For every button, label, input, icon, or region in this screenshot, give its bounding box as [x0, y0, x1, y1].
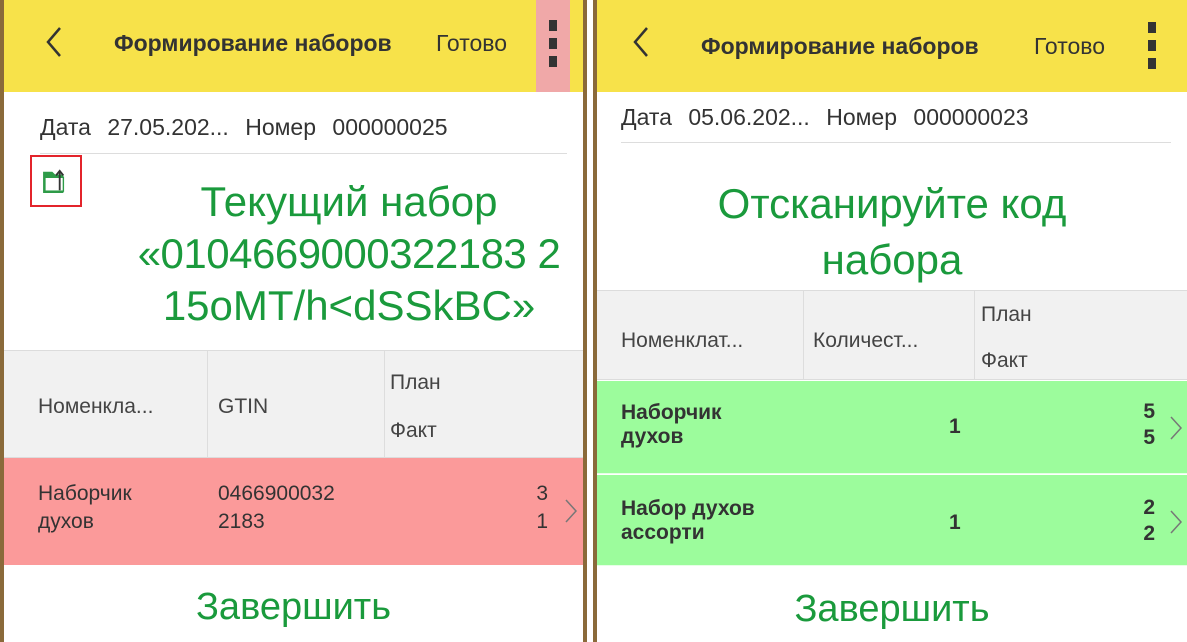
page-title: Формирование наборов	[701, 33, 979, 59]
number-label: Номер	[245, 114, 317, 140]
column-name[interactable]: Номенкла...	[38, 395, 153, 419]
row-plan-fact: 5 5	[1137, 399, 1155, 451]
app-header: Формирование наборов Готово	[4, 0, 583, 92]
date-value[interactable]: 05.06.202...	[688, 104, 810, 130]
table-header: Номенклат... Количест... План Факт	[597, 290, 1187, 380]
more-vert-icon[interactable]	[1135, 0, 1169, 92]
column-quantity[interactable]: Количест...	[813, 329, 918, 353]
chevron-right-icon[interactable]	[564, 498, 578, 524]
row-fact: 1	[536, 510, 548, 533]
row-gtin-line1: 0466900032	[218, 482, 335, 505]
table-row[interactable]: Наборчик духов 1 5 5	[597, 381, 1187, 474]
column-gtin[interactable]: GTIN	[218, 395, 268, 419]
row-fact: 5	[1143, 426, 1155, 449]
table-row[interactable]: Наборчик духов 0466900032 2183 3 1	[4, 458, 583, 565]
finish-button[interactable]: Завершить	[597, 588, 1187, 631]
more-vert-icon[interactable]	[536, 0, 570, 92]
column-plan[interactable]: План	[390, 371, 441, 395]
current-set-title: Текущий набор «0104669000322183 2 15oMT/…	[114, 176, 583, 332]
current-set-line-1: Текущий набор	[200, 178, 498, 225]
page-title: Формирование наборов	[114, 30, 392, 56]
row-name-line1: Наборчик	[38, 482, 132, 505]
row-name-line2: ассорти	[621, 521, 705, 544]
row-plan: 3	[536, 482, 548, 505]
row-name-line2: духов	[38, 510, 94, 533]
number-value[interactable]: 000000025	[332, 114, 447, 140]
chevron-right-icon[interactable]	[1169, 509, 1183, 535]
document-info: Дата 05.06.202... Номер 000000023	[621, 94, 1039, 140]
row-name: Наборчик духов	[621, 401, 722, 449]
column-fact[interactable]: Факт	[390, 419, 437, 443]
back-arrow-icon[interactable]	[627, 22, 655, 62]
number-value[interactable]: 000000023	[913, 104, 1028, 130]
left-screen: Формирование наборов Готово Дата 27.05.2…	[0, 0, 587, 642]
table-row[interactable]: Набор духов ассорти 1 2 2	[597, 475, 1187, 566]
app-header: Формирование наборов Готово	[597, 0, 1187, 92]
current-set-line-3: 15oMT/h<dSSkBC»	[162, 282, 536, 329]
scan-prompt-line-1: Отсканируйте код	[717, 180, 1067, 227]
done-button[interactable]: Готово	[436, 30, 507, 57]
row-name: Набор духов ассорти	[621, 497, 755, 545]
row-name-line1: Наборчик	[621, 401, 722, 424]
scan-prompt: Отсканируйте код набора	[597, 176, 1187, 288]
row-plan-fact: 2 2	[1137, 495, 1155, 547]
row-fact: 2	[1143, 522, 1155, 545]
row-name-line1: Набор духов	[621, 497, 755, 520]
folder-upload-icon[interactable]	[30, 155, 82, 207]
table-header: Номенкла... GTIN План Факт	[4, 350, 583, 458]
date-value[interactable]: 27.05.202...	[107, 114, 229, 140]
row-plan: 2	[1143, 496, 1155, 519]
column-fact[interactable]: Факт	[981, 349, 1028, 373]
row-plan: 5	[1143, 400, 1155, 423]
current-set-line-2: «0104669000322183 2	[137, 230, 561, 277]
back-arrow-icon[interactable]	[40, 22, 68, 62]
date-label: Дата	[621, 104, 672, 130]
row-quantity: 1	[949, 415, 961, 438]
finish-button[interactable]: Завершить	[4, 586, 583, 629]
column-plan[interactable]: План	[981, 303, 1032, 327]
document-info: Дата 27.05.202... Номер 000000025	[40, 104, 458, 150]
done-button[interactable]: Готово	[1034, 33, 1105, 60]
row-gtin: 0466900032 2183	[218, 480, 335, 536]
right-screen: Формирование наборов Готово Дата 05.06.2…	[593, 0, 1187, 642]
scan-prompt-line-2: набора	[821, 236, 963, 283]
row-name: Наборчик духов	[38, 480, 132, 536]
row-plan-fact: 3 1	[530, 480, 548, 536]
number-label: Номер	[826, 104, 898, 130]
column-name[interactable]: Номенклат...	[621, 329, 743, 353]
row-quantity: 1	[949, 511, 961, 534]
row-gtin-line2: 2183	[218, 510, 265, 533]
date-label: Дата	[40, 114, 91, 140]
chevron-right-icon[interactable]	[1169, 415, 1183, 441]
row-name-line2: духов	[621, 425, 684, 448]
